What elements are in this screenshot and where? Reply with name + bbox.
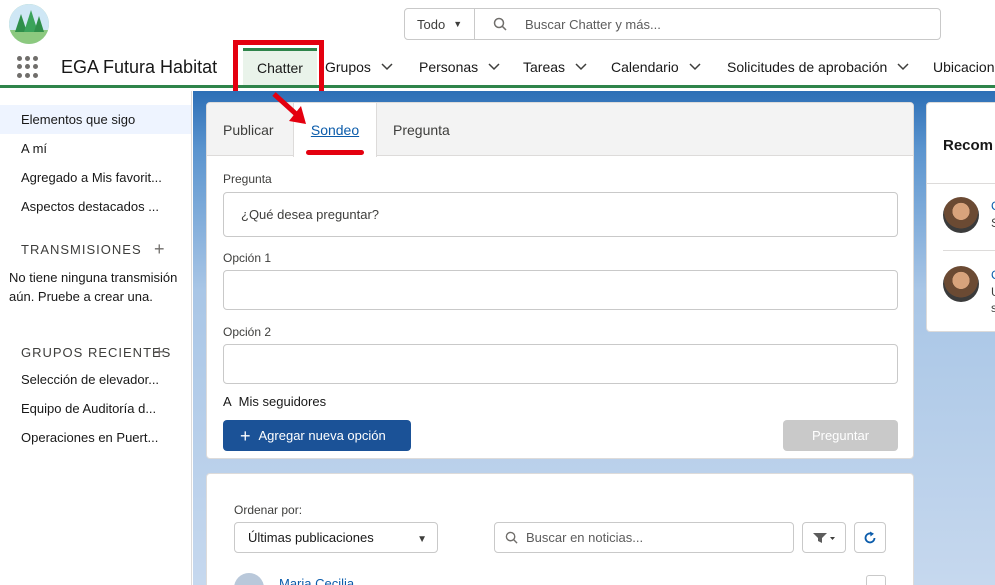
app-launcher-icon[interactable] [17,56,39,78]
feed-author-link[interactable]: Maria Cecilia [279,576,354,585]
nav-tab-solicitudes[interactable]: Solicitudes de aprobación [727,48,909,85]
app-nav-bar: EGA Futura Habitat Chatter Grupos Person… [0,48,995,88]
feed-search-input[interactable]: Buscar en noticias... [494,522,794,553]
sidebar-item-favoritos[interactable]: Agregado a Mis favorit... [21,170,171,185]
option1-input[interactable] [223,270,898,310]
publisher-card: Publicar Sondeo Pregunta Pregunta ¿Qué d… [206,102,914,459]
option2-label: Opción 2 [223,325,272,339]
avatar[interactable] [943,197,979,233]
annotation-arrow-icon [272,92,306,124]
option2-input[interactable] [223,344,898,384]
search-placeholder: Buscar Chatter y más... [525,16,661,32]
recommendation-name-link[interactable]: C [991,199,995,213]
nav-tab-ubicaciones[interactable]: Ubicacione [933,48,995,85]
filter-icon [813,532,835,543]
app-name: EGA Futura Habitat [61,57,218,77]
sidebar-item-a-mi[interactable]: A mí [21,141,171,156]
add-option-button[interactable]: + Agregar nueva opción [223,420,411,451]
recommendation-name-link[interactable]: C [991,268,995,282]
sort-label: Ordenar por: [234,503,303,517]
filter-button[interactable] [802,522,846,553]
streams-empty-note: No tiene ninguna transmisión aún. Pruebe… [9,270,178,304]
nav-tab-label: Tareas [523,58,566,75]
search-icon [493,17,507,31]
sort-select[interactable]: Últimas publicaciones ▼ [234,522,438,553]
sidebar-item-elementos-que-sigo[interactable]: Elementos que sigo [21,112,171,127]
feed-search-placeholder: Buscar en noticias... [526,530,644,545]
nav-tab-tareas[interactable]: Tareas [523,48,587,85]
divider [927,183,995,184]
search-icon [505,531,518,544]
sidebar-group-item[interactable]: Operaciones en Puert... [21,430,171,445]
post-menu-chevron-down-icon[interactable] [866,575,886,585]
divider [943,250,995,251]
add-group-plus-icon[interactable]: + [154,342,165,363]
recommendation-subtitle: S [991,216,995,230]
nav-tab-label: Grupos [325,58,371,75]
add-stream-plus-icon[interactable]: + [154,239,165,260]
search-input[interactable]: Buscar Chatter y más... [475,9,940,39]
avatar[interactable] [234,573,264,585]
refresh-icon [864,531,876,543]
nav-tab-grupos[interactable]: Grupos [325,48,393,85]
trees-logo-icon [9,4,49,44]
publisher-tabs: Publicar Sondeo Pregunta [207,103,913,157]
ask-button[interactable]: Preguntar [783,420,898,451]
avatar[interactable] [943,266,979,302]
recommendation-subtitle: U [991,285,995,299]
tab-pregunta[interactable]: Pregunta [393,103,450,156]
feed-card: Ordenar por: Últimas publicaciones ▼ Bus… [206,473,914,585]
audience-icon: A [223,394,232,409]
search-scope-label: Todo [417,16,446,32]
chatter-sidebar: Elementos que sigo A mí Agregado a Mis f… [0,91,192,585]
sidebar-group-item[interactable]: Equipo de Auditoría d... [21,401,171,416]
sort-value: Últimas publicaciones [248,530,374,545]
nav-tab-personas[interactable]: Personas [419,48,500,85]
nav-tab-calendario[interactable]: Calendario [611,48,701,85]
annotation-highlight-box [233,40,324,97]
tab-publicar[interactable]: Publicar [223,103,274,156]
option1-label: Opción 1 [223,251,272,265]
global-header: Todo ▼ Buscar Chatter y más... [0,0,995,48]
chevron-down-icon[interactable] [575,62,587,71]
question-label: Pregunta [223,172,272,186]
sidebar-group-item[interactable]: Selección de elevador... [21,372,171,387]
chevron-down-icon[interactable] [488,62,500,71]
org-logo[interactable] [9,4,49,44]
global-search: Todo ▼ Buscar Chatter y más... [404,8,941,40]
nav-tab-label: Calendario [611,58,679,75]
annotation-underline [306,150,364,155]
streams-heading: TRANSMISIONES [21,242,142,257]
recent-groups-heading: GRUPOS RECIENTES [21,345,172,360]
recommendations-title: Recom [943,137,994,154]
refresh-button[interactable] [854,522,886,553]
chevron-down-icon[interactable] [689,62,701,71]
add-option-label: Agregar nueva opción [258,428,386,443]
caret-down-icon: ▼ [453,19,463,29]
question-placeholder: ¿Qué desea preguntar? [241,207,380,222]
search-scope-dropdown[interactable]: Todo ▼ [405,9,475,39]
question-input[interactable]: ¿Qué desea preguntar? [223,192,898,237]
sidebar-item-destacados[interactable]: Aspectos destacados ... [21,199,171,214]
audience-selector[interactable]: A Mis seguidores [223,394,326,409]
plus-icon: + [240,425,251,446]
caret-down-icon: ▼ [417,534,427,545]
nav-tab-label: Ubicacione [933,58,995,75]
nav-tab-label: Solicitudes de aprobación [727,58,888,75]
chevron-down-icon[interactable] [381,62,393,71]
recommendations-card: Recom C S C U s [926,102,995,332]
audience-label: Mis seguidores [238,394,327,409]
chevron-down-icon[interactable] [897,62,909,71]
nav-tab-label: Personas [419,58,479,75]
recommendation-subtitle: s [991,301,995,315]
